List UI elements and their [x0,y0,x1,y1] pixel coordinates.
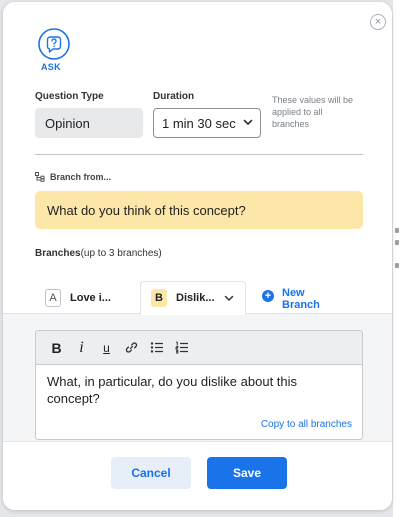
italic-button[interactable]: i [69,336,94,360]
branch-from-header: Branch from... [35,172,111,182]
branches-title: Branches [35,248,81,259]
branch-letter-badge: A [45,289,61,307]
question-type-field: Opinion [35,108,143,138]
chevron-down-icon [243,119,253,125]
numbered-list-button[interactable] [169,336,194,360]
link-icon [125,342,138,353]
close-icon[interactable]: × [370,14,386,30]
branch-from-label: Branch from... [50,172,112,182]
section-divider [35,154,363,155]
bullet-list-button[interactable] [144,336,169,360]
branch-tab-label: Love i... [70,292,111,304]
branch-icon [35,172,45,182]
branch-question-text[interactable]: What, in particular, do you dislike abou… [47,373,337,407]
bullet-list-icon [150,342,163,353]
save-button[interactable]: Save [207,457,287,489]
background-mark [395,240,399,245]
branch-tab-label: Dislik... [176,292,215,304]
chevron-down-icon[interactable] [223,292,235,304]
link-button[interactable] [119,336,144,360]
background-mark [395,263,399,268]
branch-letter-badge: B [151,289,167,307]
ask-bubble-icon [38,28,70,60]
modal-footer [3,441,392,510]
cancel-button[interactable]: Cancel [111,457,191,489]
new-branch-label: New Branch [282,287,320,311]
ask-label: ASK [41,62,61,72]
new-branch-button[interactable]: + New Branch [262,287,326,311]
duration-label: Duration [153,91,195,102]
duration-select[interactable]: 1 min 30 sec [153,108,261,138]
question-type-label: Question Type [35,91,104,102]
parent-question: What do you think of this concept? [35,191,363,229]
background-mark [395,228,399,233]
plus-circle-icon: + [262,290,274,302]
branches-hint: (up to 3 branches) [80,248,162,259]
branch-tab-b[interactable]: B Dislik... [140,281,246,315]
numbered-list-icon [175,341,188,354]
question-modal: × ASK Question Type Opinion Duration 1 m… [3,2,392,510]
duration-value: 1 min 30 sec [162,115,236,131]
branches-label: Branches(up to 3 branches) [35,248,162,259]
copy-to-all-branches-link[interactable]: Copy to all branches [261,419,352,430]
bold-button[interactable]: B [44,336,69,360]
underline-button[interactable]: u [94,336,119,360]
values-note: These values will be applied to all bran… [272,95,354,129]
branch-tab-a[interactable]: A Love i... [45,287,111,309]
background-strip [393,0,401,517]
branch-question-editor: B i u What, in particular, do you dislik… [35,330,363,440]
editor-toolbar: B i u [36,331,362,365]
